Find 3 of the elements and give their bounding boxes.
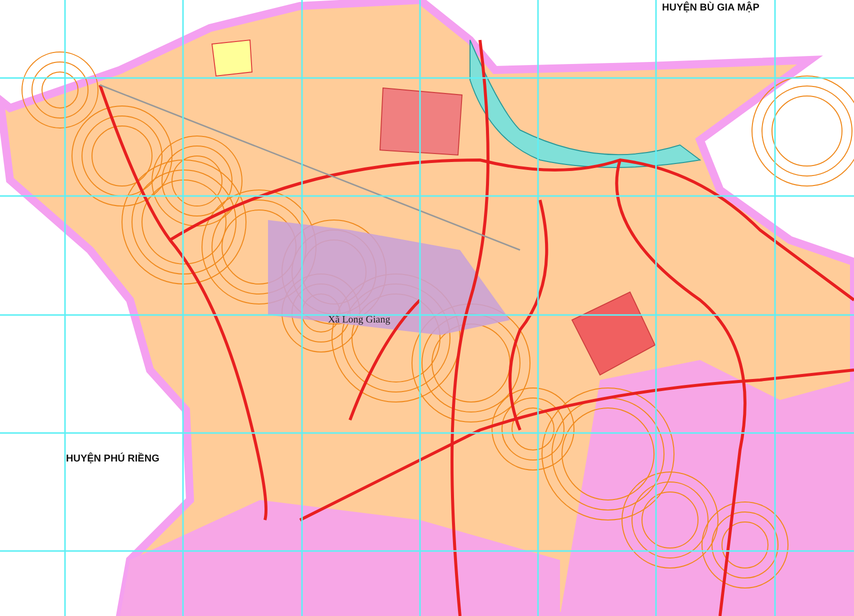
district-label: HUYỆN BÙ GIA MẬP	[662, 2, 760, 14]
commune-label: Xã Long Giang	[328, 314, 390, 326]
district-label: HUYỆN PHÚ RIỀNG	[66, 454, 160, 465]
